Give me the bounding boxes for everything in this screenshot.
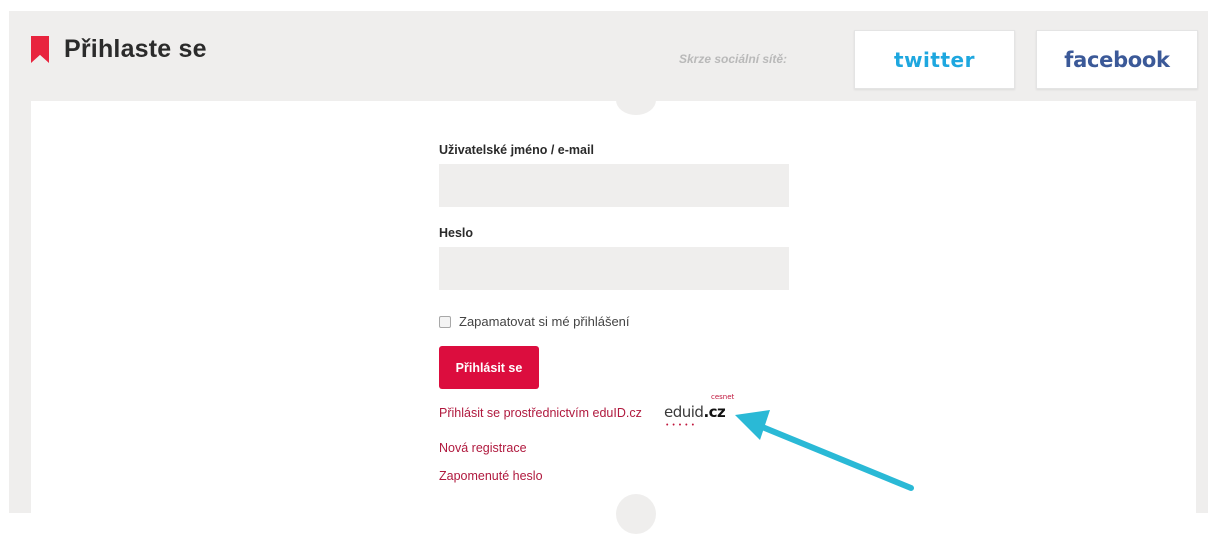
bookmark-icon	[31, 36, 49, 63]
eduid-dots: • • • • •	[666, 422, 696, 429]
eduid-logo-text: eduid.cz	[664, 403, 726, 421]
password-input[interactable]	[439, 247, 789, 290]
login-panel: Přihlaste se Skrze sociální sítě: twitte…	[9, 11, 1208, 534]
login-button[interactable]: Přihlásit se	[439, 346, 539, 389]
twitter-logo: twitter	[894, 47, 975, 72]
eduid-logo[interactable]: cesnet eduid.cz • • • • •	[664, 393, 746, 433]
register-link[interactable]: Nová registrace	[439, 441, 527, 455]
page-title: Přihlaste se	[64, 35, 207, 63]
username-input[interactable]	[439, 164, 789, 207]
card-notch-top	[616, 85, 656, 115]
facebook-logo: facebook	[1064, 47, 1170, 72]
facebook-login-button[interactable]: facebook	[1036, 30, 1198, 89]
login-header: Přihlaste se Skrze sociální sítě: twitte…	[9, 11, 1208, 101]
social-login-label: Skrze sociální sítě:	[679, 52, 788, 66]
remember-me-checkbox[interactable]	[439, 315, 451, 328]
forgot-password-link[interactable]: Zapomenuté heslo	[439, 469, 543, 483]
twitter-login-button[interactable]: twitter	[854, 30, 1015, 89]
login-form-card: Uživatelské jméno / e-mail Heslo Zapamat…	[31, 85, 1196, 534]
password-label: Heslo	[439, 226, 474, 240]
card-notch-bottom	[616, 494, 656, 534]
username-label: Uživatelské jméno / e-mail	[439, 143, 594, 157]
eduid-cesnet-text: cesnet	[711, 393, 735, 401]
remember-me[interactable]: Zapamatovat si mé přihlášení	[439, 314, 630, 329]
remember-me-label[interactable]: Zapamatovat si mé přihlášení	[459, 314, 630, 329]
eduid-login-link[interactable]: Přihlásit se prostřednictvím eduID.cz	[439, 406, 642, 420]
